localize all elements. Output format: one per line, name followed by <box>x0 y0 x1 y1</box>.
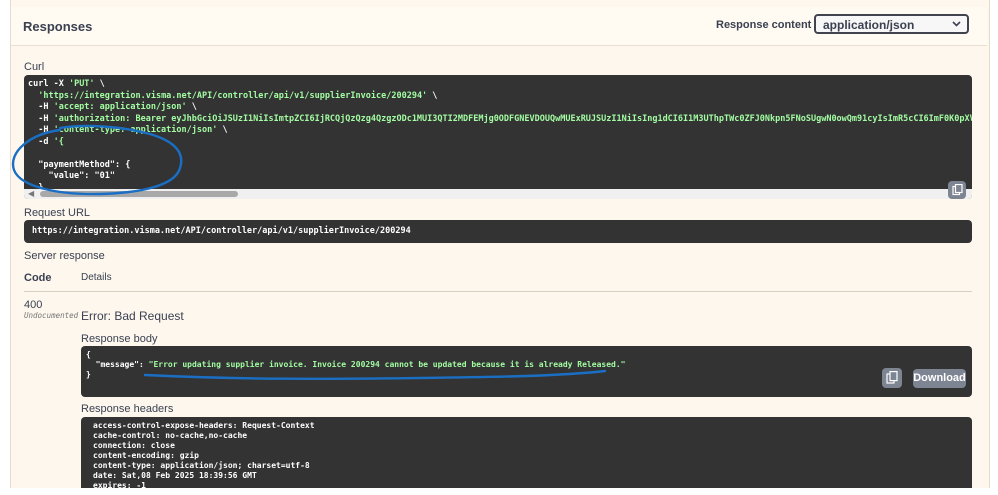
content-type-select[interactable]: application/json <box>814 14 969 34</box>
curl-line: -H 'content-type: application/json' \ <box>28 125 228 135</box>
response-body-code: { "message": "Error updating supplier in… <box>86 350 626 379</box>
response-header-line: access-control-expose-headers: Request-C… <box>93 421 315 430</box>
response-headers-label: Response headers <box>81 403 174 415</box>
responses-header: Responses Response content type applicat… <box>11 7 987 46</box>
response-headers-code: access-control-expose-headers: Request-C… <box>81 417 972 495</box>
curl-line: -H 'accept: application/json' \ <box>28 102 197 112</box>
response-header-line: connection: close <box>93 441 175 450</box>
response-body-label: Response body <box>81 333 158 345</box>
content-type-value: application/json <box>823 18 915 32</box>
copy-icon <box>952 184 963 196</box>
response-body-block[interactable]: { "message": "Error updating supplier in… <box>81 346 972 397</box>
copy-icon <box>886 371 898 384</box>
curl-label: Curl <box>24 61 45 73</box>
table-header-divider <box>24 291 972 292</box>
responses-title: Responses <box>23 19 93 34</box>
curl-line: 'https://integration.visma.net/API/contr… <box>38 90 438 101</box>
response-header-line: date: Sat,08 Feb 2025 18:39:56 GMT <box>93 471 257 480</box>
request-url-value: https://integration.visma.net/API/contro… <box>32 226 411 236</box>
server-response-label: Server response <box>24 250 105 262</box>
curl-code-block[interactable]: curl -X 'PUT' \ 'https://integration.vis… <box>24 75 972 199</box>
copy-curl-button[interactable] <box>948 181 966 199</box>
response-code: 400 <box>24 299 43 311</box>
curl-line: "value": "01" <box>28 171 115 181</box>
response-header-line: content-type: application/json; charset=… <box>93 461 310 470</box>
chevron-down-icon <box>952 21 961 27</box>
response-headers-block[interactable]: access-control-expose-headers: Request-C… <box>81 417 972 490</box>
curl-line: -H 'authorization: Bearer eyJhbGciOiJSUz… <box>28 113 972 124</box>
curl-line: "paymentMethod": { <box>28 159 131 170</box>
undocumented-note: Undocumented <box>24 311 79 320</box>
scroll-left-icon[interactable]: ◀ <box>28 189 34 198</box>
details-column-header: Details <box>81 272 112 283</box>
response-header-line: cache-control: no-cache,no-cache <box>93 431 248 440</box>
response-header-line: expires: -1 <box>93 481 146 490</box>
response-header-line: content-encoding: gzip <box>93 451 199 460</box>
curl-line: -d '{ <box>28 136 64 147</box>
code-column-header: Code <box>24 272 52 284</box>
curl-scrollbar[interactable]: ◀ <box>24 189 972 199</box>
copy-body-button[interactable] <box>882 368 902 388</box>
request-url-block: https://integration.visma.net/API/contro… <box>24 220 972 243</box>
curl-line: curl -X 'PUT' \ <box>28 79 105 89</box>
request-url-label: Request URL <box>24 207 91 219</box>
message-value: "Error updating supplier invoice. Invoic… <box>148 360 626 369</box>
message-key: "message" <box>95 360 139 369</box>
error-title: Error: Bad Request <box>81 309 184 323</box>
download-button[interactable]: Download <box>913 369 966 388</box>
curl-code: curl -X 'PUT' \ 'https://integration.vis… <box>24 75 972 199</box>
curl-scroll-thumb[interactable] <box>40 191 238 197</box>
